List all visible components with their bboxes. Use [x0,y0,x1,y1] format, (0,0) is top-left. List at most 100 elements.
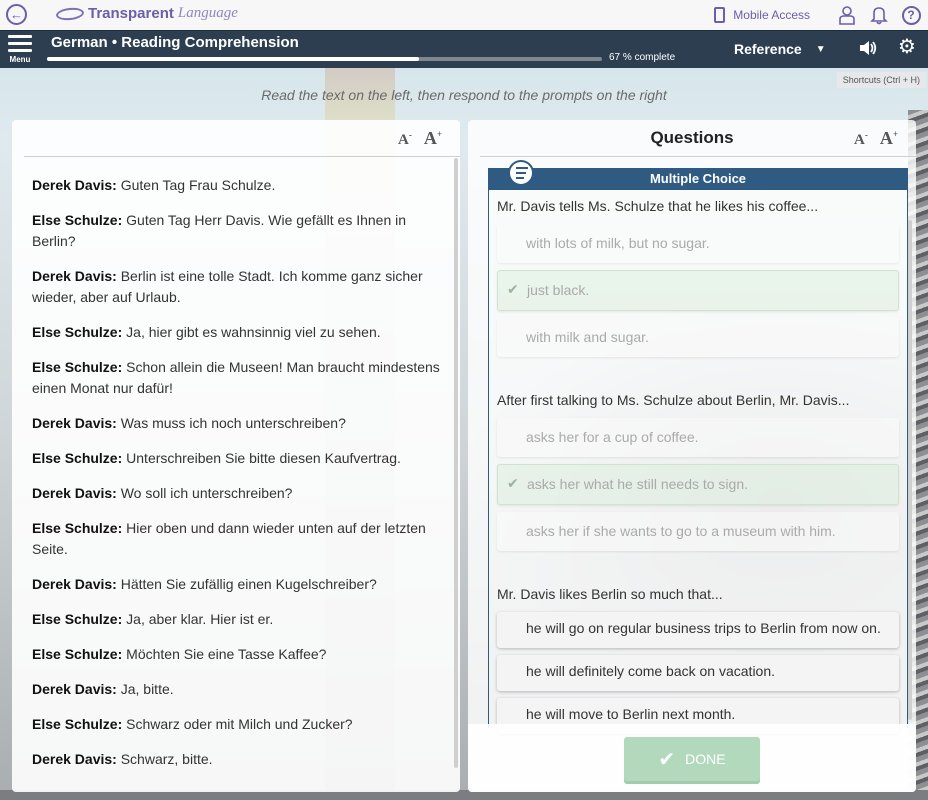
answer-option: ✔ just black. [497,270,899,311]
increase-font-sup: + [436,129,442,139]
speaker-icon [860,41,877,55]
speaker-name: Derek Davis: [32,681,117,697]
menu-button[interactable]: Menu [6,35,34,64]
speaker-name: Derek Davis: [32,751,117,767]
settings-button[interactable]: ⚙ [898,37,916,57]
logo-suffix: Language [177,5,238,21]
line-text: Schwarz oder mit Milch und Zucker? [126,716,353,732]
line-text: Schwarz, bitte. [120,751,213,767]
option-text: asks her for a cup of coffee. [526,429,699,445]
line-text: Ja, bitte. [120,681,174,697]
question-item: Mr. Davis likes Berlin so much that... he… [489,578,907,734]
list-icon [508,160,534,186]
dialogue-line: Derek Davis: Hätten Sie zufällig einen K… [32,574,452,595]
dialogue-line: Derek Davis: Was muss ich noch unterschr… [32,413,452,434]
decrease-font-button[interactable]: A- [398,130,412,149]
decrease-font-icon: A [398,132,409,148]
decrease-font-sup: - [864,130,868,140]
dialogue-line: Else Schulze: Ja, aber klar. Hier ist er… [32,609,452,630]
check-icon: ✔ [507,281,519,297]
logo: Transparent Language [55,5,238,22]
help-icon: ? [901,5,921,25]
speaker-name: Derek Davis: [32,485,117,501]
logo-swoosh-icon [55,6,85,21]
help-button[interactable]: ? [900,4,922,26]
decrease-font-icon: A [854,132,865,148]
questions-footer: ✔ DONE [468,724,916,792]
speaker-name: Else Schulze: [32,324,123,340]
audio-button[interactable] [858,39,878,62]
increase-font-icon: A [879,128,893,148]
option-text: he will go on regular business trips to … [526,620,881,636]
questions-scrollbar[interactable] [908,220,912,720]
question-item: Mr. Davis tells Ms. Schulze that he like… [489,190,907,357]
bell-icon [870,7,888,25]
dialogue-line: Else Schulze: Guten Tag Herr Davis. Wie … [32,210,452,252]
questions-increase-font-button[interactable]: A+ [880,128,898,149]
user-profile-icon [839,6,855,25]
questions-title: Questions [650,128,734,147]
question-prompt: Mr. Davis tells Ms. Schulze that he like… [497,198,819,214]
question-list: Mr. Davis tells Ms. Schulze that he like… [489,190,907,734]
logo-brand: Transparent [88,5,174,22]
line-text: Was muss ich noch unterschreiben? [120,415,346,431]
reference-dropdown[interactable]: Reference ▼ [734,41,826,57]
check-icon: ✔ [507,475,519,491]
dialogue-line: Derek Davis: Wo soll ich unterschreiben? [32,483,452,504]
questions-decrease-font-button[interactable]: A- [854,130,868,149]
answer-option[interactable]: he will definitely come back on vacation… [497,655,899,691]
speaker-name: Else Schulze: [32,450,123,466]
mobile-access-link[interactable]: Mobile Access [733,8,810,22]
progress-bar [47,57,602,61]
option-text: with lots of milk, but no sugar. [526,235,710,251]
reading-scrollbar[interactable] [454,158,458,768]
user-profile-button[interactable] [836,4,858,26]
speaker-name: Else Schulze: [32,646,123,662]
line-text: Hätten Sie zufällig einen Kugelschreiber… [120,576,377,592]
answer-option[interactable]: he will go on regular business trips to … [497,612,899,648]
speaker-name: Else Schulze: [32,716,123,732]
question-spacer [489,558,907,578]
multiple-choice-section: Multiple Choice Mr. Davis tells Ms. Schu… [488,160,908,734]
done-button[interactable]: ✔ DONE [624,737,760,781]
dialogue-line: Else Schulze: Hier oben und dann wieder … [32,518,452,560]
dialogue-line: Derek Davis: Ja, bitte. [32,679,452,700]
question-prompt: Mr. Davis likes Berlin so much that... [497,586,723,602]
speaker-name: Else Schulze: [32,611,123,627]
questions-font-size-controls: A- A+ [854,128,898,149]
option-text: he will move to Berlin next month. [526,706,736,722]
question-spacer [489,364,907,384]
reading-panel: A- A+ Derek Davis: Guten Tag Frau Schulz… [12,120,460,792]
increase-font-button[interactable]: A+ [424,128,442,149]
multiple-choice-header: Multiple Choice [489,168,907,190]
hamburger-icon [8,35,32,38]
line-text: Ja, hier gibt es wahnsinnig viel zu sehe… [126,324,381,340]
line-text: Möchten Sie eine Tasse Kaffee? [126,646,327,662]
hamburger-icon-bar [8,42,32,45]
top-actions: Mobile Access ? [714,4,922,26]
notifications-button[interactable] [868,4,890,26]
answer-option: ✔ asks her what he still needs to sign. [497,464,899,505]
line-text: Guten Tag Frau Schulze. [120,177,276,193]
mobile-phone-icon[interactable] [714,7,726,23]
top-bar: ← Transparent Language Mobile Access ? [0,0,928,30]
dialogue-line: Derek Davis: Guten Tag Frau Schulze. [32,175,452,196]
speaker-name: Derek Davis: [32,177,117,193]
answer-option: asks her for a cup of coffee. [497,418,899,457]
answer-option: asks her if she wants to go to a museum … [497,512,899,551]
option-text: asks her what he still needs to sign. [527,476,749,492]
decrease-font-sup: - [408,130,412,140]
dialogue-line: Else Schulze: Schwarz oder mit Milch und… [32,714,452,735]
dialogue-line: Else Schulze: Schon allein die Museen! M… [32,357,452,399]
speaker-name: Derek Davis: [32,415,117,431]
option-text: just black. [527,282,590,298]
increase-font-sup: + [892,129,898,139]
back-button[interactable]: ← [6,4,27,25]
back-arrow-icon: ← [10,7,23,22]
questions-divider [480,156,916,157]
answer-option: with milk and sugar. [497,318,899,357]
question-prompt: After first talking to Ms. Schulze about… [497,392,850,408]
caret-down-icon: ▼ [815,43,826,55]
font-size-controls: A- A+ [398,128,442,149]
reference-label: Reference [734,41,802,57]
